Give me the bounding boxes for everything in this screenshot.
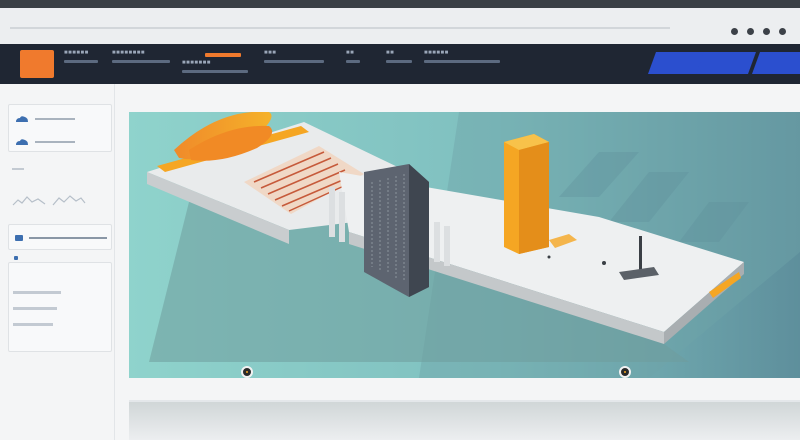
building-tower (364, 164, 429, 297)
cloud-icon (16, 139, 28, 145)
list-icon (13, 291, 61, 294)
sidebar (8, 90, 114, 435)
sidebar-item-layer-1[interactable] (15, 115, 75, 123)
orange-pillar (504, 134, 549, 254)
maximize-icon[interactable] (763, 28, 770, 35)
chart-icon (52, 195, 86, 206)
nav-tab-3[interactable] (751, 52, 800, 74)
nav-item-label: ■■ (346, 50, 355, 56)
cloud-icon (16, 116, 28, 122)
minimize-icon[interactable] (731, 28, 738, 35)
sidebar-card-layers (8, 104, 112, 152)
3d-scene-viewport[interactable] (129, 112, 800, 378)
window-controls (731, 28, 786, 35)
sidebar-card-list (8, 262, 112, 352)
timeline-marker-start[interactable] (241, 366, 253, 378)
nav-item-label: ■■■■■■■ (182, 60, 211, 66)
nav-item-3[interactable]: ■■■■■■■ (182, 60, 248, 90)
panel-divider (114, 84, 115, 440)
scene-dot (602, 261, 606, 265)
nav-item-5[interactable]: ■■ (346, 50, 360, 80)
nav-item-label: ■■■■■■ (424, 50, 449, 56)
nav-tab-2[interactable] (695, 52, 757, 74)
list-item[interactable] (13, 307, 57, 310)
nav-item-label: ■■■ (264, 50, 277, 56)
sidebar-slider[interactable] (15, 235, 107, 241)
nav-item-4[interactable]: ■■■ (264, 50, 324, 80)
nav-item-label: ■■■■■■■■ (112, 50, 145, 56)
list-item[interactable] (13, 291, 61, 294)
app-logo[interactable] (20, 50, 54, 78)
restore-icon[interactable] (747, 28, 754, 35)
browser-toolbar (0, 8, 800, 45)
nav-item-1[interactable]: ■■■■■■ (64, 50, 98, 80)
top-strip (0, 0, 800, 8)
bottom-panel (129, 400, 800, 440)
sidebar-card-charts (8, 164, 110, 222)
chart-icon (12, 196, 46, 206)
timeline-marker-end[interactable] (619, 366, 631, 378)
sidebar-item-charts[interactable] (12, 194, 86, 206)
nav-item-label: ■■ (386, 50, 395, 56)
address-bar[interactable] (10, 27, 670, 29)
nav-item-2[interactable]: ■■■■■■■■ (112, 50, 170, 80)
active-indicator (205, 53, 241, 57)
nav-item-label: ■■■■■■ (64, 50, 89, 56)
sidebar-item-layer-2[interactable] (15, 138, 75, 146)
scene-illustration (129, 112, 800, 378)
close-icon[interactable] (779, 28, 786, 35)
scene-dot (547, 255, 551, 259)
list-item[interactable] (13, 323, 53, 326)
nav-item-6[interactable]: ■■ (386, 50, 412, 80)
slider-icon (15, 235, 23, 241)
nav-item-7[interactable]: ■■■■■■ (424, 50, 500, 80)
sidebar-card-slider (8, 224, 112, 250)
